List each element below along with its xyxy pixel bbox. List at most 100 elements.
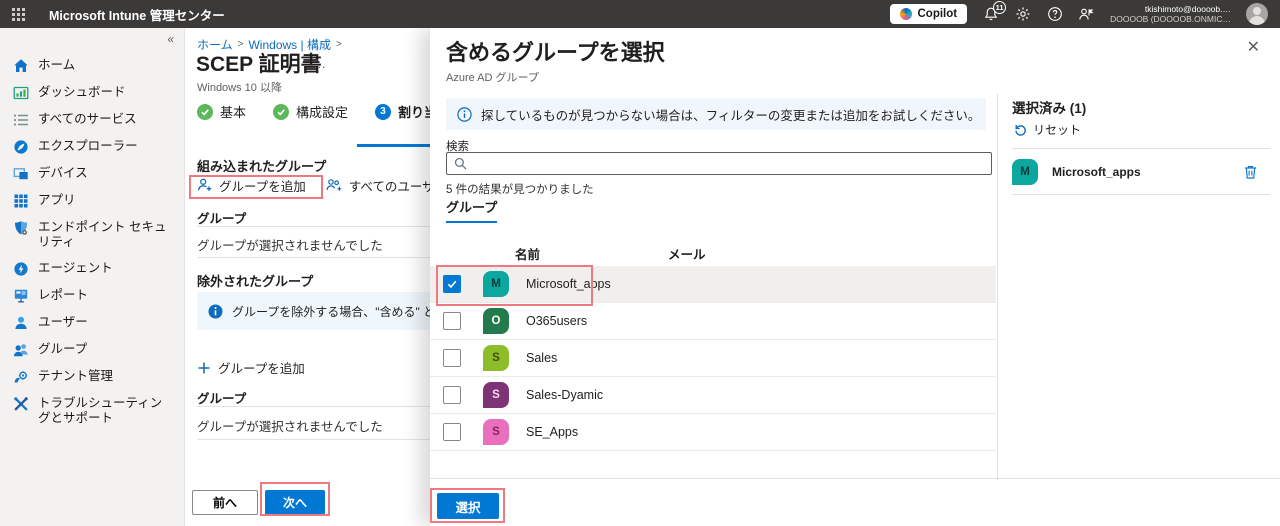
results-count: 5 件の結果が見つかりました — [446, 181, 594, 197]
step-number-badge: 3 — [375, 104, 391, 120]
panel-divider — [997, 94, 998, 480]
select-groups-flyout: 含めるグループを選択 Azure AD グループ ✕ 探しているものが見つからな… — [430, 28, 1280, 526]
search-icon — [454, 157, 467, 170]
step-done-check-icon — [197, 104, 213, 120]
copilot-label: Copilot — [917, 8, 957, 20]
notifications-bell-icon[interactable]: 11 — [982, 6, 999, 23]
title-ellipsis-icon[interactable]: … — [313, 56, 326, 71]
step-configuration[interactable]: 構成設定 — [273, 102, 348, 121]
close-icon[interactable]: ✕ — [1247, 40, 1260, 56]
mail-column-header: メール — [668, 244, 706, 263]
groups-icon — [13, 342, 29, 358]
home-icon — [13, 58, 29, 74]
sidebar-item-endpoint-security[interactable]: エンドポイント セキュリティ — [0, 214, 184, 255]
name-column-header: 名前 — [515, 244, 540, 263]
group-column-header: グループ — [197, 208, 246, 227]
group-name: Microsoft_apps — [526, 277, 611, 291]
help-icon[interactable] — [1046, 6, 1063, 23]
all-services-icon — [13, 112, 29, 128]
sidebar: « ホーム ダッシュボード すべてのサービス エクスプローラー デバイス アプリ — [0, 28, 185, 526]
breadcrumb-chevron-icon: > — [336, 39, 342, 50]
checkbox-unchecked[interactable] — [443, 386, 461, 404]
sidebar-item-users[interactable]: ユーザー — [0, 309, 184, 336]
group-name: SE_Apps — [526, 425, 578, 439]
sidebar-item-tenant-admin[interactable]: テナント管理 — [0, 363, 184, 390]
group-row-se-apps[interactable]: S SE_Apps — [430, 414, 996, 451]
group-row-microsoft-apps[interactable]: M Microsoft_apps — [430, 266, 996, 303]
search-hint-banner: 探しているものが見つからない場合は、フィルターの変更または追加をお試しください。 — [446, 98, 986, 130]
checkbox-unchecked[interactable] — [443, 349, 461, 367]
remove-trash-icon[interactable] — [1243, 164, 1258, 180]
account-info[interactable]: tkishimoto@doooob.… DOOOOB (DOOOOB.ONMIC… — [1110, 4, 1231, 24]
sidebar-collapse-icon[interactable]: « — [167, 32, 174, 46]
group-row-sales[interactable]: S Sales — [430, 340, 996, 377]
sidebar-item-home[interactable]: ホーム — [0, 52, 184, 79]
copilot-button[interactable]: Copilot — [890, 4, 967, 24]
group-list: M Microsoft_apps O O365users S Sales S S… — [430, 266, 996, 451]
no-groups-text: グループが選択されませんでした — [197, 416, 383, 435]
selected-group-name: Microsoft_apps — [1052, 165, 1141, 179]
plus-icon — [197, 361, 211, 375]
checkbox-checked[interactable] — [443, 275, 461, 293]
users-icon — [13, 315, 29, 331]
sidebar-item-dashboard[interactable]: ダッシュボード — [0, 79, 184, 106]
info-icon — [208, 304, 223, 319]
add-group-link[interactable]: グループを追加 — [197, 358, 305, 377]
sidebar-item-apps[interactable]: アプリ — [0, 187, 184, 214]
group-name: Sales-Dyamic — [526, 388, 603, 402]
group-name: Sales — [526, 351, 557, 365]
next-button[interactable]: 次へ — [265, 490, 325, 515]
step-done-check-icon — [273, 104, 289, 120]
sidebar-item-explorer[interactable]: エクスプローラー — [0, 133, 184, 160]
group-avatar: M — [483, 271, 509, 297]
group-name: O365users — [526, 314, 587, 328]
search-input[interactable] — [472, 157, 984, 171]
flyout-title: 含めるグループを選択 — [446, 35, 665, 67]
user-avatar[interactable] — [1246, 3, 1268, 25]
previous-button[interactable]: 前へ — [192, 490, 258, 515]
settings-gear-icon[interactable] — [1014, 6, 1031, 23]
group-row-sales-dyamic[interactable]: S Sales-Dyamic — [430, 377, 996, 414]
reset-undo-icon — [1014, 123, 1027, 136]
troubleshooting-icon — [13, 396, 29, 412]
wizard-steps: 基本 構成設定 3 割り当て — [197, 102, 450, 121]
group-column-header: グループ — [197, 388, 246, 407]
selected-heading: 選択済み (1) — [1012, 97, 1086, 117]
app-title: Microsoft Intune 管理センター — [49, 5, 225, 24]
notification-badge: 11 — [993, 1, 1006, 14]
top-bar: Microsoft Intune 管理センター Copilot 11 tkish… — [0, 0, 1280, 28]
account-upn: tkishimoto@doooob.… — [1110, 4, 1231, 14]
page-subtitle: Windows 10 以降 — [197, 79, 282, 95]
group-avatar: S — [483, 419, 509, 445]
selected-group-item: M Microsoft_apps — [1012, 148, 1270, 195]
people-add-icon — [326, 177, 343, 193]
waffle-icon[interactable] — [12, 8, 25, 21]
add-groups-button[interactable]: グループを追加 — [197, 176, 306, 195]
group-avatar: S — [483, 345, 509, 371]
explorer-icon — [13, 139, 29, 155]
tab-groups[interactable]: グループ — [446, 197, 497, 223]
apps-icon — [13, 193, 29, 209]
reset-button[interactable]: リセット — [1014, 121, 1081, 138]
page-title: SCEP 証明書 — [196, 48, 322, 78]
endpoint-security-icon — [13, 220, 29, 236]
checkbox-unchecked[interactable] — [443, 423, 461, 441]
copilot-logo-icon — [900, 8, 912, 20]
sidebar-item-troubleshooting[interactable]: トラブルシューティングとサポート — [0, 390, 184, 431]
group-avatar: O — [483, 308, 509, 334]
group-row-o365users[interactable]: O O365users — [430, 303, 996, 340]
feedback-icon[interactable] — [1078, 6, 1095, 23]
sidebar-item-groups[interactable]: グループ — [0, 336, 184, 363]
group-avatar: S — [483, 382, 509, 408]
sidebar-item-all-services[interactable]: すべてのサービス — [0, 106, 184, 133]
step-basics[interactable]: 基本 — [197, 102, 246, 121]
checkbox-unchecked[interactable] — [443, 312, 461, 330]
devices-icon — [13, 166, 29, 182]
agent-icon — [13, 261, 29, 277]
sidebar-item-devices[interactable]: デバイス — [0, 160, 184, 187]
select-button[interactable]: 選択 — [437, 493, 499, 519]
footer-divider — [430, 478, 1280, 479]
search-box — [446, 152, 992, 175]
sidebar-item-reports[interactable]: レポート — [0, 282, 184, 309]
sidebar-item-agent[interactable]: エージェント — [0, 255, 184, 282]
